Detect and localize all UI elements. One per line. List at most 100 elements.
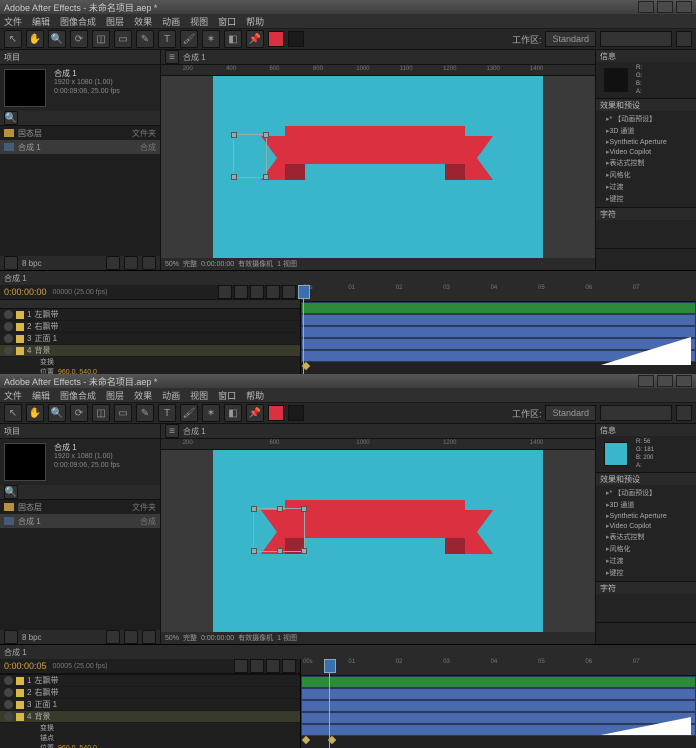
menu-window[interactable]: 窗口	[218, 389, 236, 402]
layer-row[interactable]: 2右飘带	[0, 687, 300, 699]
tl-tool-icon[interactable]	[250, 659, 264, 673]
tl-tool-icon[interactable]	[266, 285, 280, 299]
new-comp-icon[interactable]	[124, 256, 138, 270]
prop-row[interactable]: 变换	[0, 357, 300, 367]
menu-layer[interactable]: 图层	[106, 389, 124, 402]
project-item-folder[interactable]: 固态层 文件夹	[0, 126, 160, 140]
selection-tool-icon[interactable]: ↖	[4, 30, 22, 48]
menu-file[interactable]: 文件	[4, 15, 22, 28]
camera-tool-icon[interactable]: ◫	[92, 30, 110, 48]
project-item-comp[interactable]: 合成 1 合成	[0, 514, 160, 528]
hand-tool-icon[interactable]: ✋	[26, 404, 44, 422]
bitdepth-label[interactable]: 8 bpc	[22, 259, 42, 268]
help-search-input[interactable]	[600, 405, 672, 421]
menu-anim[interactable]: 动画	[162, 15, 180, 28]
camera-tool-icon[interactable]: ◫	[92, 404, 110, 422]
time-display[interactable]: 0:00:00:00	[201, 261, 234, 268]
layer-color[interactable]	[16, 347, 24, 355]
interpret-icon[interactable]	[4, 630, 18, 644]
camera-view[interactable]: 有效摄像机	[238, 259, 273, 269]
menu-edit[interactable]: 编辑	[32, 15, 50, 28]
info-panel-tab[interactable]: 信息	[596, 424, 696, 436]
menu-anim[interactable]: 动画	[162, 389, 180, 402]
comp-tab[interactable]: 合成 1	[183, 52, 206, 63]
stroke-swatch[interactable]	[288, 31, 304, 47]
fx-group[interactable]: Synthetic Aperture	[600, 137, 692, 147]
layer-color[interactable]	[16, 335, 24, 343]
text-tool-icon[interactable]: T	[158, 30, 176, 48]
new-folder-icon[interactable]	[106, 630, 120, 644]
layer-color[interactable]	[16, 311, 24, 319]
fx-group[interactable]: * 【动画预设】	[600, 113, 692, 125]
eye-icon[interactable]	[4, 334, 13, 343]
interpret-icon[interactable]	[4, 256, 18, 270]
eye-icon[interactable]	[4, 322, 13, 331]
fx-group[interactable]: 过渡	[600, 181, 692, 193]
minimize-button[interactable]	[638, 375, 654, 387]
prop-row[interactable]: 变换	[0, 723, 300, 733]
search-icon[interactable]: 🔍	[4, 485, 18, 499]
menu-view[interactable]: 视图	[190, 15, 208, 28]
comp-menu-icon[interactable]: ≡	[165, 424, 179, 438]
hand-tool-icon[interactable]: ✋	[26, 30, 44, 48]
fx-group[interactable]: Video Copilot	[600, 147, 692, 157]
clone-tool-icon[interactable]: ✶	[202, 404, 220, 422]
tl-tool-icon[interactable]	[250, 285, 264, 299]
search-icon[interactable]: 🔍	[4, 111, 18, 125]
comp-menu-icon[interactable]: ≡	[165, 50, 179, 64]
eraser-tool-icon[interactable]: ◧	[224, 404, 242, 422]
help-search-input[interactable]	[600, 31, 672, 47]
fill-swatch[interactable]	[268, 405, 284, 421]
zoom-tool-icon[interactable]: 🔍	[48, 404, 66, 422]
time-ruler[interactable]: 00s 01 02 03 04 05 06 07	[301, 659, 696, 676]
timeline-tab[interactable]: 合成 1	[4, 273, 27, 284]
rect-tool-icon[interactable]: ▭	[114, 30, 132, 48]
prop-row[interactable]: 位置960.0, 540.0	[0, 743, 300, 748]
gear-icon[interactable]	[676, 405, 692, 421]
menu-effect[interactable]: 效果	[134, 15, 152, 28]
brush-tool-icon[interactable]: 🖌	[180, 30, 198, 48]
tl-tool-icon[interactable]	[234, 659, 248, 673]
trash-icon[interactable]	[142, 256, 156, 270]
rotate-tool-icon[interactable]: ⟳	[70, 30, 88, 48]
eye-icon[interactable]	[4, 712, 13, 721]
text-tool-icon[interactable]: T	[158, 404, 176, 422]
menu-help[interactable]: 帮助	[246, 389, 264, 402]
comp-thumbnail[interactable]	[4, 69, 46, 107]
fill-swatch[interactable]	[268, 31, 284, 47]
close-button[interactable]	[676, 1, 692, 13]
fx-group[interactable]: 表达式控制	[600, 157, 692, 169]
time-ruler[interactable]: 00s 01 02 03 04 05 06 07	[301, 285, 696, 302]
rect-tool-icon[interactable]: ▭	[114, 404, 132, 422]
keyframe-icon[interactable]	[302, 736, 310, 744]
workspace-selector[interactable]: Standard	[545, 31, 596, 47]
new-comp-icon[interactable]	[124, 630, 138, 644]
project-item-comp[interactable]: 合成 1 合成	[0, 140, 160, 154]
puppet-tool-icon[interactable]: 📌	[246, 404, 264, 422]
cti-head[interactable]	[324, 659, 336, 673]
layer-row[interactable]: 1左飘带	[0, 675, 300, 687]
layer-row[interactable]: 4背景	[0, 345, 300, 357]
zoom-tool-icon[interactable]: 🔍	[48, 30, 66, 48]
layer-row[interactable]: 2右飘带	[0, 321, 300, 333]
prop-row[interactable]: 锚点	[0, 733, 300, 743]
layer-row[interactable]: 3正面 1	[0, 333, 300, 345]
maximize-button[interactable]	[657, 1, 673, 13]
tl-tool-icon[interactable]	[282, 659, 296, 673]
selection-bounds[interactable]	[253, 508, 305, 552]
fx-panel-tab[interactable]: 效果和预设	[596, 473, 696, 485]
tl-tool-icon[interactable]	[234, 285, 248, 299]
eraser-tool-icon[interactable]: ◧	[224, 30, 242, 48]
new-folder-icon[interactable]	[106, 256, 120, 270]
tl-tool-icon[interactable]	[218, 285, 232, 299]
eye-icon[interactable]	[4, 688, 13, 697]
comp-thumbnail[interactable]	[4, 443, 46, 481]
trash-icon[interactable]	[142, 630, 156, 644]
menu-layer[interactable]: 图层	[106, 15, 124, 28]
char-panel-tab[interactable]: 字符	[596, 582, 696, 594]
info-panel-tab[interactable]: 信息	[596, 50, 696, 62]
gear-icon[interactable]	[676, 31, 692, 47]
minimize-button[interactable]	[638, 1, 654, 13]
project-tab[interactable]: 项目	[4, 426, 20, 437]
viewport[interactable]	[161, 76, 595, 258]
